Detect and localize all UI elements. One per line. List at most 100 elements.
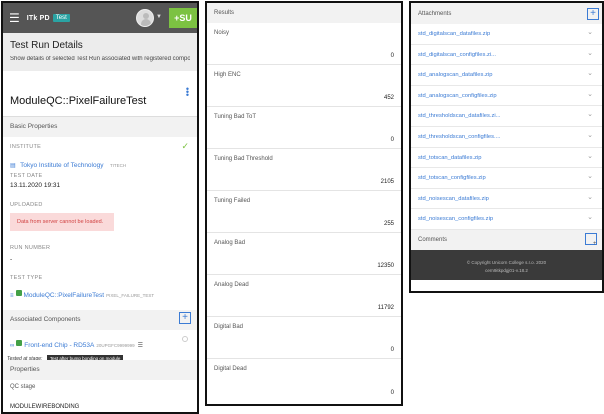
footer: © Copyright Unicorn College s.r.o. 2020 …	[411, 249, 602, 280]
kebab-menu-icon[interactable]: • • •	[186, 85, 189, 100]
test-date-value: 13.11.2020 19:31	[10, 182, 61, 189]
institute-label: INSTITUTE	[10, 144, 42, 150]
properties-header: Properties	[3, 360, 197, 380]
test-date-label: TEST DATE	[10, 173, 43, 179]
institute-link[interactable]: Tokyo Institute of Technology	[20, 162, 103, 169]
chevron-down-icon[interactable]: ▼	[156, 14, 162, 20]
test-title-row: ModuleQC::PixelFailureTest • • •	[3, 71, 197, 117]
attachment-item[interactable]: std_noisescan_configfiles.zip ⌄	[411, 209, 602, 230]
institution-icon: ▤	[10, 163, 16, 169]
attachment-item[interactable]: std_digitalscan_configfiles.zi... ⌄	[411, 45, 602, 66]
result-value: 0	[390, 390, 394, 396]
add-component-button[interactable]: +	[179, 312, 191, 324]
attachment-link[interactable]: std_totscan_configfiles.zip	[418, 175, 486, 181]
qc-stage-label: QC stage	[10, 384, 36, 390]
page-title: Test Run Details	[10, 40, 83, 51]
attachment-link[interactable]: std_analogscan_datafiles.zip	[418, 72, 492, 78]
chevron-down-icon[interactable]: ⌄	[587, 152, 593, 160]
component-select-radio[interactable]	[182, 336, 188, 342]
attachment-item[interactable]: std_analogscan_configfiles.zip ⌄	[411, 86, 602, 107]
footer-version: cern9itkpdgj01-v.18.2	[485, 267, 528, 273]
chevron-down-icon[interactable]: ⌄	[587, 172, 593, 180]
result-label: Tuning Bad ToT	[214, 114, 257, 120]
result-row: Tuning Bad ToT 0	[207, 107, 401, 149]
run-number-label: RUN NUMBER	[10, 245, 51, 251]
page-subtitle: Show details of selected Test Run associ…	[10, 56, 190, 62]
attachment-link[interactable]: std_analogscan_configfiles.zip	[418, 93, 497, 99]
uploaded-label: UPLOADED	[10, 202, 43, 208]
result-row: Digital Bad 0	[207, 317, 401, 359]
test-type-status-icon	[15, 289, 22, 296]
result-row: High ENC 452	[207, 65, 401, 107]
test-name: ModuleQC::PixelFailureTest	[10, 95, 147, 107]
check-icon: ✓	[181, 141, 189, 151]
result-value: 0	[390, 53, 394, 59]
result-label: Analog Bad	[214, 240, 246, 246]
attachment-item[interactable]: std_digitalscan_datafiles.zip ⌄	[411, 24, 602, 45]
chevron-down-icon[interactable]: ⌄	[587, 193, 593, 201]
chevron-down-icon[interactable]: ⌄	[587, 90, 593, 98]
component-status-icon	[16, 339, 23, 346]
brand-name[interactable]: ITk PD	[27, 15, 50, 22]
result-row: Tuning Failed 255	[207, 191, 401, 233]
chevron-down-icon[interactable]: ⌄	[587, 69, 593, 77]
chevron-down-icon[interactable]: ⌄	[587, 28, 593, 36]
result-label: Digital Bad	[214, 324, 244, 330]
test-type-code: PIXEL_FAILURE_TEST	[106, 293, 155, 298]
attachment-link[interactable]: std_thresholdscan_configfiles....	[418, 134, 501, 140]
plus-icon: +	[590, 8, 596, 19]
institute-code: TITECH	[109, 163, 127, 168]
uploaded-error-message: Data from server cannot be loaded.	[10, 213, 114, 231]
attachment-item[interactable]: std_totscan_configfiles.zip ⌄	[411, 168, 602, 189]
result-value: 0	[390, 347, 394, 353]
result-value: 255	[383, 221, 394, 227]
chevron-down-icon[interactable]: ⌄	[587, 110, 593, 118]
su-button[interactable]: +SU	[169, 8, 197, 28]
attachment-item[interactable]: std_noisescan_datafiles.zip ⌄	[411, 189, 602, 210]
add-attachment-button[interactable]: +	[587, 8, 599, 20]
attachment-item[interactable]: std_thresholdscan_datafiles.zi... ⌄	[411, 106, 602, 127]
result-row: Digital Dead 0	[207, 359, 401, 401]
result-label: Tuning Bad Threshold	[214, 156, 273, 162]
page-header: Test Run Details Show details of selecte…	[3, 33, 197, 71]
add-comment-button[interactable]: +	[585, 232, 597, 247]
plus-icon: +	[182, 312, 188, 323]
test-type-label: TEST TYPE	[10, 275, 43, 281]
run-number-value: -	[10, 256, 13, 263]
footer-copyright: © Copyright Unicorn College s.r.o. 2020	[466, 259, 547, 265]
attachment-item[interactable]: std_totscan_datafiles.zip ⌄	[411, 148, 602, 169]
basic-properties-header: Basic Properties	[3, 117, 197, 137]
result-row: Analog Dead 11792	[207, 275, 401, 317]
result-label: High ENC	[214, 72, 241, 78]
result-row: Analog Bad 12350	[207, 233, 401, 275]
plus-icon: +	[593, 240, 597, 247]
attachment-link[interactable]: std_digitalscan_datafiles.zip	[418, 31, 490, 37]
attachment-link[interactable]: std_totscan_datafiles.zip	[418, 155, 481, 161]
attachments-title: Attachments	[418, 11, 452, 17]
result-label: Noisy	[214, 30, 230, 36]
chevron-down-icon[interactable]: ⌄	[587, 49, 593, 57]
attachment-link[interactable]: std_noisescan_datafiles.zip	[418, 196, 489, 202]
result-label: Digital Dead	[214, 366, 247, 372]
env-badge: Test	[52, 14, 70, 22]
test-type-link[interactable]: ModuleQC::PixelFailureTest	[24, 292, 105, 299]
chevron-down-icon[interactable]: ⌄	[587, 131, 593, 139]
attachment-link[interactable]: std_digitalscan_configfiles.zi...	[418, 52, 496, 58]
results-panel: Results Noisy 0 High ENC 452 Tuning Bad To…	[205, 1, 403, 406]
chevron-down-icon[interactable]: ⌄	[587, 213, 593, 221]
top-navbar: ☰ ITk PD Test ▼ +SU	[3, 3, 197, 33]
attachment-link[interactable]: std_thresholdscan_datafiles.zi...	[418, 113, 501, 119]
attachment-item[interactable]: std_thresholdscan_configfiles.... ⌄	[411, 127, 602, 148]
attachment-item[interactable]: std_analogscan_datafiles.zip ⌄	[411, 65, 602, 86]
attachment-link[interactable]: std_noisescan_configfiles.zip	[418, 216, 493, 222]
result-value: 2105	[380, 179, 394, 185]
result-value: 0	[390, 137, 394, 143]
test-type-icon: ≡	[10, 293, 14, 299]
hierarchy-icon[interactable]: ☰	[138, 343, 143, 349]
result-value: 12350	[377, 263, 394, 269]
menu-icon[interactable]: ☰	[9, 12, 20, 24]
comments-title: Comments	[418, 236, 448, 243]
avatar-icon[interactable]	[136, 9, 154, 27]
result-value: 452	[383, 95, 394, 101]
result-label: Tuning Failed	[214, 198, 251, 204]
